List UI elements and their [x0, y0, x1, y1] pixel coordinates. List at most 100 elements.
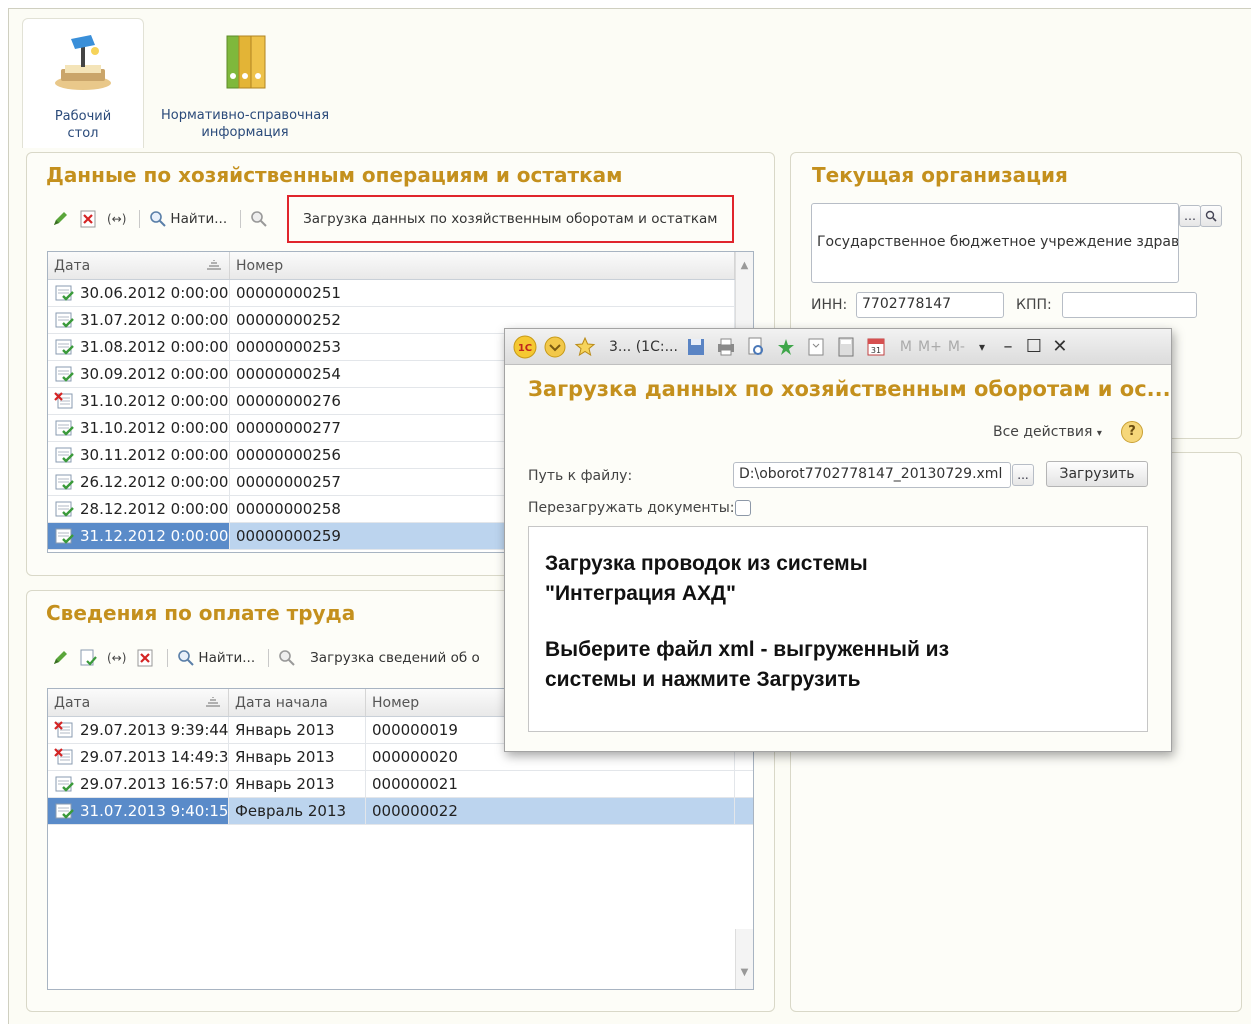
col-pay-date[interactable]: Дата [48, 689, 229, 716]
document-posted-icon [55, 528, 74, 544]
cell-number: 00000000251 [230, 280, 735, 306]
memory-m-button[interactable]: M [900, 339, 912, 355]
cell-date: 29.07.2013 14:49:33 [48, 744, 229, 770]
edit-button[interactable] [48, 207, 72, 231]
sort-icon [207, 260, 221, 270]
link-button[interactable]: (↔) [104, 207, 129, 231]
cell-number: 000000021 [366, 771, 735, 797]
ops-panel-title: Данные по хозяйственным операциям и оста… [46, 163, 623, 187]
cancel-search-button[interactable] [247, 207, 271, 231]
sort-icon [206, 697, 220, 707]
magnifier-icon [178, 650, 195, 666]
table-row[interactable]: 31.07.2013 9:40:15 Февраль 2013 000000022 [48, 798, 753, 825]
pay-delete-mark-button[interactable] [133, 646, 157, 670]
load-pay-data-button[interactable]: Загрузка сведений об о [307, 646, 483, 670]
cell-start: Февраль 2013 [229, 798, 366, 824]
help-button[interactable]: ? [1121, 421, 1143, 443]
cell-date: 28.12.2012 0:00:00 [48, 496, 230, 522]
chevron-down-icon[interactable]: ▾ [969, 340, 995, 354]
search-cancel-icon [279, 650, 295, 666]
pay-find-button[interactable]: Найти... [174, 646, 258, 670]
1c-logo-icon[interactable]: 1С [513, 335, 537, 359]
section-reference-label: Нормативно-справочная информация [160, 108, 330, 140]
col-date[interactable]: Дата [48, 252, 230, 279]
close-icon[interactable]: ✕ [1047, 336, 1073, 357]
memory-minus-button[interactable]: M- [948, 339, 965, 355]
browse-button[interactable]: ... [1012, 464, 1034, 486]
load-button[interactable]: Загрузить [1046, 461, 1148, 487]
pencil-icon [54, 212, 67, 225]
load-dialog: 1С 3... (1С:... 31 M M+ M- ▾ – ☐ ✕ Загру… [504, 328, 1172, 752]
document-posted-icon [55, 366, 74, 382]
cell-start: Январь 2013 [229, 771, 366, 797]
binders-icon [226, 35, 266, 89]
path-field[interactable]: D:\oborot7702778147_20130729.xml [733, 462, 1011, 488]
pay-panel-title: Сведения по оплате труда [46, 601, 356, 625]
pay-cancel-search-button[interactable] [275, 646, 299, 670]
document-posted-icon [55, 285, 74, 301]
pay-grid-scrollbar[interactable]: ▼ [735, 929, 753, 989]
post-document-icon [80, 649, 97, 666]
print-icon[interactable] [714, 335, 738, 359]
reload-checkbox[interactable] [735, 500, 751, 516]
section-desktop-label: Рабочий стол [54, 109, 112, 141]
cell-number: 000000022 [366, 798, 735, 824]
svg-text:1С: 1С [518, 343, 532, 354]
dialog-heading: Загрузка данных по хозяйственным оборота… [528, 377, 1171, 401]
magnifier-icon [150, 211, 167, 227]
preview-icon[interactable] [744, 335, 768, 359]
kpp-field[interactable] [1062, 292, 1197, 318]
dropdown-menu-icon[interactable] [543, 335, 567, 359]
cell-date: 30.09.2012 0:00:00 [48, 361, 230, 387]
org-open-button[interactable] [1200, 205, 1222, 227]
dialog-titlebar[interactable]: 1С 3... (1С:... 31 M M+ M- ▾ – ☐ ✕ [505, 329, 1171, 365]
document-posted-icon [55, 447, 74, 463]
memory-plus-button[interactable]: M+ [918, 339, 942, 355]
pay-post-button[interactable] [76, 646, 100, 670]
cell-date: 29.07.2013 9:39:44 [48, 717, 229, 743]
cell-date: 31.07.2013 9:40:15 [48, 798, 229, 824]
delete-x-icon [80, 210, 96, 228]
favorite-add-icon[interactable] [774, 335, 798, 359]
document-posted-icon [55, 776, 74, 792]
table-row[interactable]: 30.06.2012 0:00:00 00000000251 [48, 280, 753, 307]
document-deleted-icon [54, 392, 73, 409]
delete-mark-button[interactable] [76, 207, 100, 231]
cell-date: 31.12.2012 0:00:00 [48, 523, 230, 549]
save-icon[interactable] [684, 335, 708, 359]
pay-edit-button[interactable] [48, 646, 72, 670]
pencil-icon [54, 651, 67, 664]
org-panel-title: Текущая организация [812, 163, 1068, 187]
cell-date: 26.12.2012 0:00:00 [48, 469, 230, 495]
reload-label: Перезагружать документы: [528, 500, 735, 516]
pay-link-button[interactable]: (↔) [104, 646, 129, 670]
maximize-icon[interactable]: ☐ [1021, 336, 1047, 357]
minimize-icon[interactable]: – [995, 336, 1021, 357]
calendar-icon[interactable]: 31 [864, 335, 888, 359]
document-deleted-icon [54, 748, 73, 765]
calculator-icon[interactable] [834, 335, 858, 359]
col-number[interactable]: Номер [230, 252, 735, 279]
org-choose-button[interactable]: … [1179, 205, 1201, 227]
col-pay-start[interactable]: Дата начала [229, 689, 366, 716]
star-icon[interactable] [573, 335, 597, 359]
all-actions-menu[interactable]: Все действия ▾ [993, 424, 1102, 440]
find-button[interactable]: Найти... [146, 207, 230, 231]
section-reference[interactable]: Нормативно-справочная информация [150, 18, 340, 141]
scroll-down-icon[interactable]: ▼ [736, 967, 753, 978]
pay-toolbar: (↔) Найти... Загрузка сведений об о [48, 644, 487, 672]
document-posted-icon [55, 420, 74, 436]
inn-label: ИНН: [811, 297, 848, 313]
cell-date: 31.10.2012 0:00:00 [48, 415, 230, 441]
info-box: Загрузка проводок из системы "Интеграция… [528, 526, 1148, 732]
chevron-down-icon: ▾ [1096, 428, 1102, 439]
org-name-field[interactable]: Государственное бюджетное учреждение здр… [811, 203, 1179, 283]
table-row[interactable]: 29.07.2013 16:57:03 Январь 2013 000000021 [48, 771, 753, 798]
scroll-up-icon[interactable]: ▲ [736, 260, 753, 271]
section-desktop[interactable]: Рабочий стол [22, 18, 144, 148]
document-deleted-icon [54, 721, 73, 738]
inn-field[interactable]: 7702778147 [856, 292, 1004, 318]
load-ops-data-button[interactable]: Загрузка данных по хозяйственным оборота… [287, 195, 734, 243]
path-label: Путь к файлу: [528, 468, 633, 484]
bookmark-icon[interactable] [804, 335, 828, 359]
